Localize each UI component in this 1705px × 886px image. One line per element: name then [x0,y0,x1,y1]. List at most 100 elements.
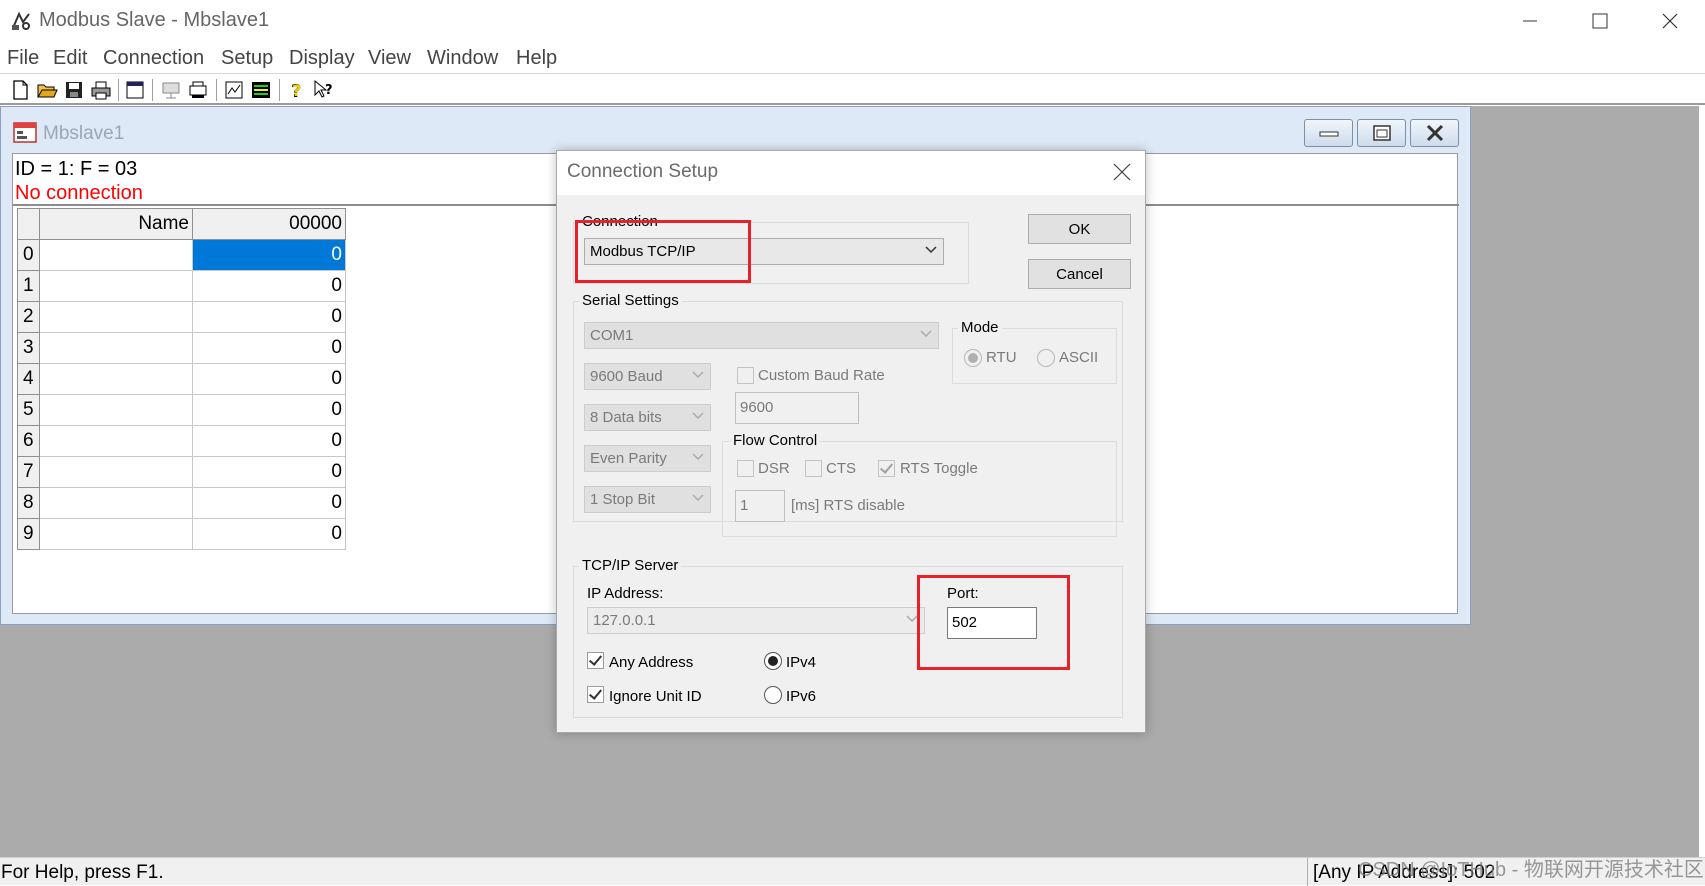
name-cell[interactable] [39,239,193,271]
mode-ascii-label: ASCII [1059,349,1099,366]
minimize-icon [1523,20,1537,22]
menu-display[interactable]: Display [289,47,355,70]
child-restore-button[interactable] [1357,119,1406,147]
dialog-title: Connection Setup [567,161,719,182]
window-icon[interactable] [123,78,147,102]
table-row: 6 0 [17,425,346,457]
serial-settings-label: Serial Settings [579,292,682,309]
row-index: 7 [17,456,40,488]
row-index: 0 [17,239,40,271]
monitor-icon[interactable] [249,78,273,102]
grid-header-row: Name 00000 [17,208,346,240]
serial-port-select[interactable]: COM1 [584,322,939,349]
close-icon [1426,124,1443,142]
ip-address-select[interactable]: 127.0.0.1 [587,607,925,634]
cancel-button[interactable]: Cancel [1028,259,1131,289]
close-button[interactable] [1635,0,1705,42]
parity-select[interactable]: Even Parity [584,445,711,472]
value-cell[interactable]: 0 [192,332,346,364]
flow-control-group [722,441,1117,537]
save-icon[interactable] [62,78,86,102]
app-title: Modbus Slave - Mbslave1 [39,9,270,31]
cts-checkbox[interactable] [805,460,822,477]
dialog-titlebar: Connection Setup [557,151,1145,195]
ipv6-radio[interactable] [764,686,782,704]
stop-bits-select[interactable]: 1 Stop Bit [584,486,711,513]
dialog-close-button[interactable] [1113,163,1131,186]
name-cell[interactable] [39,332,193,364]
child-minimize-button[interactable] [1304,119,1353,147]
open-icon[interactable] [35,78,59,102]
row-index: 3 [17,332,40,364]
name-cell[interactable] [39,425,193,457]
value-cell[interactable]: 0 [192,456,346,488]
row-index: 1 [17,270,40,302]
name-cell[interactable] [39,301,193,333]
menu-setup[interactable]: Setup [221,47,273,70]
mode-rtu-radio[interactable] [964,349,982,367]
value-cell[interactable]: 0 [192,363,346,395]
name-cell[interactable] [39,518,193,550]
row-index: 9 [17,518,40,550]
minimize-button[interactable] [1495,0,1565,42]
log-icon[interactable] [222,78,246,102]
connection-status: No connection [15,182,143,204]
menu-file[interactable]: File [7,47,39,70]
value-cell[interactable]: 0 [192,394,346,426]
value-cell[interactable]: 0 [192,425,346,457]
name-cell[interactable] [39,487,193,519]
disconnect-icon[interactable] [186,78,210,102]
row-index: 5 [17,394,40,426]
row-index: 4 [17,363,40,395]
ignore-unit-id-checkbox[interactable] [587,686,604,703]
stop-bits-value: 1 Stop Bit [590,491,656,508]
value-cell[interactable]: 0 [192,518,346,550]
name-cell[interactable] [39,456,193,488]
rts-delay-input[interactable]: 1 [735,490,785,522]
mode-ascii-radio[interactable] [1037,349,1055,367]
svg-text:?: ? [292,81,301,100]
baud-rate-select[interactable]: 9600 Baud [584,363,711,390]
slave-id-label: ID = 1: F = 03 [15,158,138,180]
menu-connection[interactable]: Connection [103,47,204,70]
header-address[interactable]: 00000 [192,208,346,240]
value-cell[interactable]: 0 [192,270,346,302]
name-cell[interactable] [39,363,193,395]
custom-baud-input[interactable]: 9600 [735,392,859,424]
rts-toggle-checkbox[interactable] [878,460,895,477]
menu-window[interactable]: Window [427,47,498,70]
menu-help[interactable]: Help [516,47,557,70]
any-address-checkbox[interactable] [587,652,604,669]
custom-baud-checkbox[interactable] [737,367,754,384]
modbus-app-icon [10,10,32,32]
print-icon[interactable] [89,78,113,102]
maximize-button[interactable] [1565,0,1635,42]
connect-icon[interactable] [159,78,183,102]
header-name[interactable]: Name [39,208,193,240]
value-cell[interactable]: 0 [192,487,346,519]
menu-edit[interactable]: Edit [53,47,87,70]
chevron-down-icon [925,246,937,254]
flow-control-label: Flow Control [730,432,821,449]
highlight-connection [575,220,751,283]
close-icon [1662,13,1678,29]
ignore-unit-id-label: Ignore Unit ID [609,688,702,705]
value-cell[interactable]: 0 [192,301,346,333]
dsr-checkbox[interactable] [737,460,754,477]
new-icon[interactable] [8,78,32,102]
cts-label: CTS [826,460,856,477]
context-help-icon[interactable]: ? [312,78,336,102]
name-cell[interactable] [39,270,193,302]
value-cell[interactable]: 0 [192,239,346,271]
menu-view[interactable]: View [368,47,411,70]
ok-button[interactable]: OK [1028,214,1131,244]
child-close-button[interactable] [1410,119,1459,147]
document-window-icon [13,121,37,143]
chevron-down-icon [692,371,704,379]
data-bits-select[interactable]: 8 Data bits [584,404,711,431]
name-cell[interactable] [39,394,193,426]
chevron-down-icon [692,494,704,502]
child-window-title: Mbslave1 [43,123,125,144]
help-icon[interactable]: ?? [284,78,308,102]
ipv4-radio[interactable] [764,652,782,670]
